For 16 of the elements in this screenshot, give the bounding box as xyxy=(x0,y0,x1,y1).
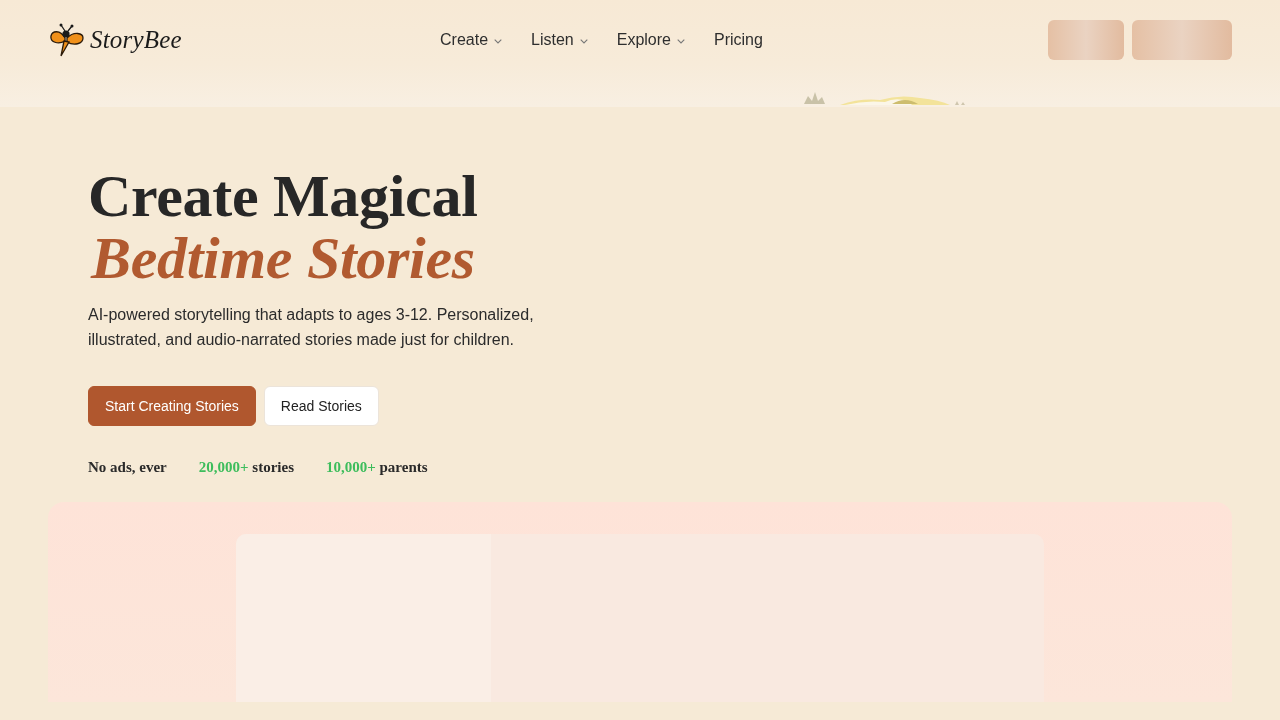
nav-menu[interactable]: Create xyxy=(440,31,503,49)
start-creating-button[interactable]: Start Creating Stories xyxy=(88,386,256,426)
stat-text: No ads, ever xyxy=(88,459,167,476)
bee-icon xyxy=(50,23,84,57)
chevron-down-icon xyxy=(494,38,503,44)
stat-text: 10,000+ parents xyxy=(325,459,428,476)
nav-menu[interactable]: Listen xyxy=(531,31,588,49)
chevron-down-icon xyxy=(677,38,685,44)
stat-text: 20,000+ stories xyxy=(198,459,294,476)
chevron-down-icon xyxy=(579,38,588,44)
nav-menu[interactable]: Explore xyxy=(616,31,685,49)
hero-heading: Create Magical xyxy=(88,165,479,227)
nav-link[interactable]: Pricing xyxy=(714,31,763,49)
hero-description: AI-powered storytelling that adapts to ages 3-12. Personalized, illustrated, and audio-narrated stories made just for children. xyxy=(88,305,535,350)
read-stories-button[interactable]: Read Stories xyxy=(263,386,379,426)
brand-name[interactable]: StoryBee xyxy=(90,26,182,54)
